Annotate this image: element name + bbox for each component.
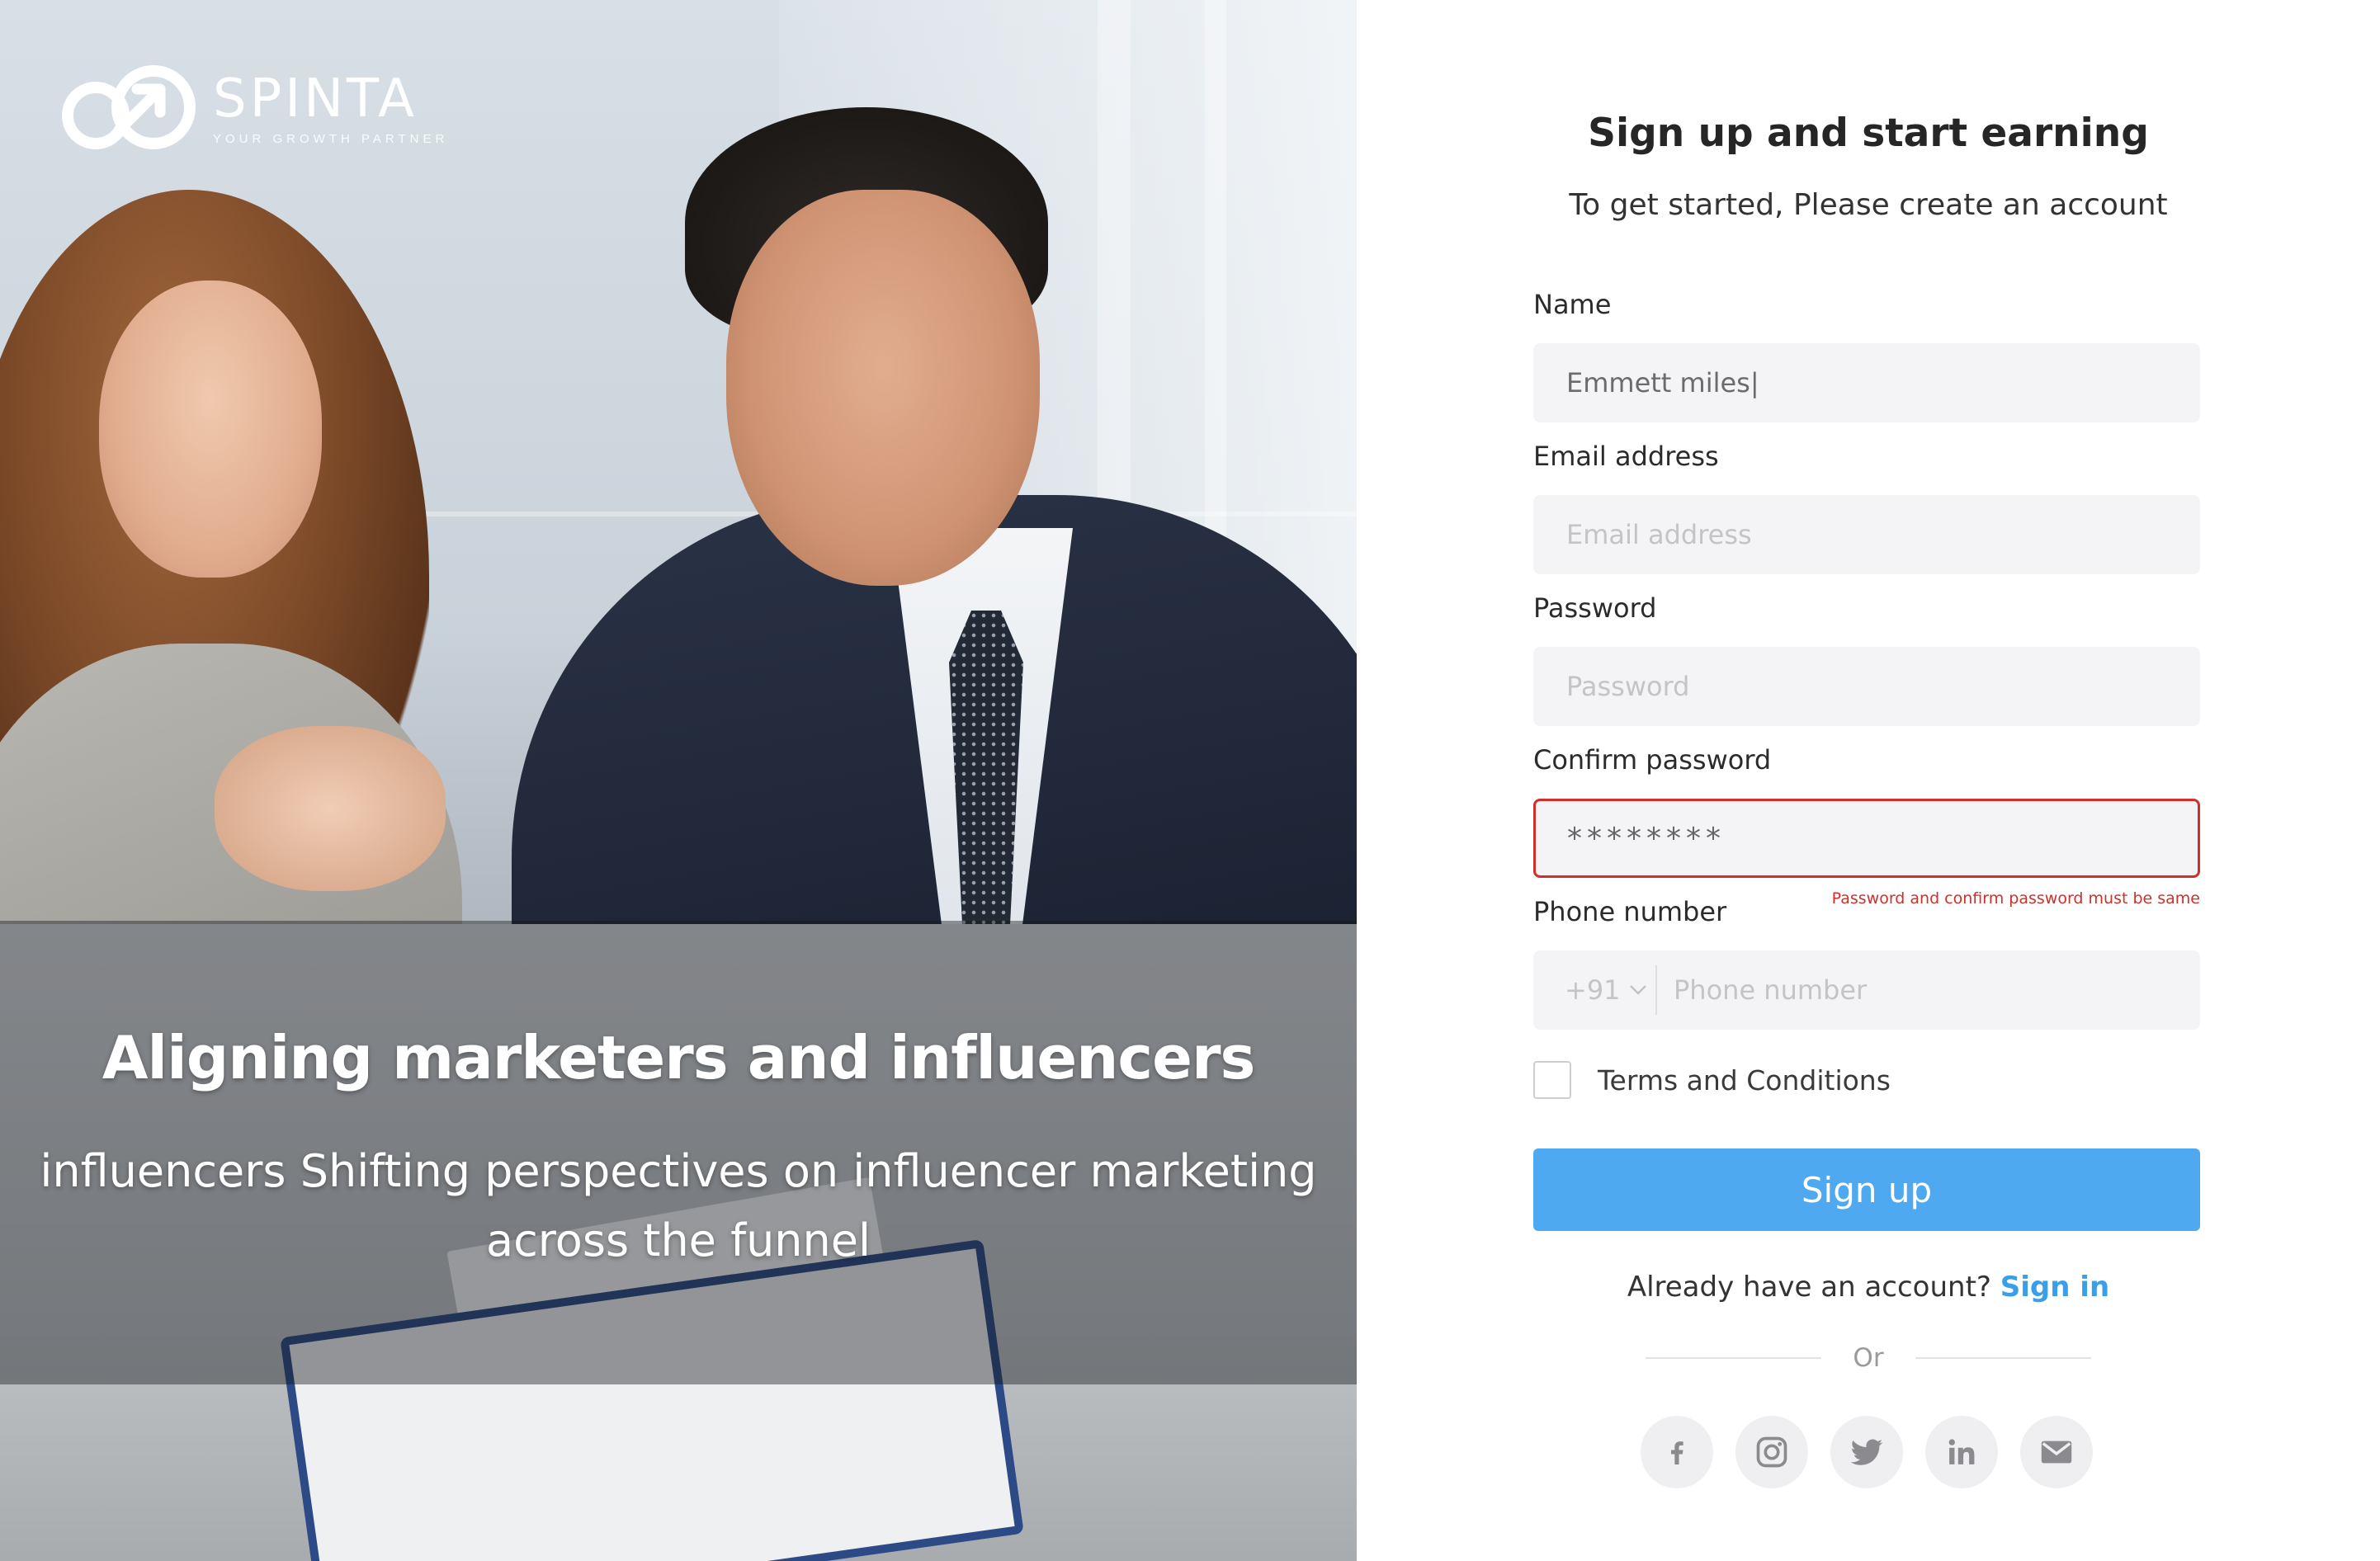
signup-button[interactable]: Sign up xyxy=(1533,1148,2200,1231)
twitter-icon xyxy=(1850,1439,1883,1465)
twitter-button[interactable] xyxy=(1830,1416,1903,1488)
password-input[interactable] xyxy=(1533,647,2200,726)
divider-line xyxy=(1915,1357,2091,1359)
email-label: Email address xyxy=(1533,441,1719,472)
name-label: Name xyxy=(1533,289,1612,320)
name-input[interactable] xyxy=(1533,343,2200,422)
mail-button[interactable] xyxy=(2020,1416,2093,1488)
terms-row: Terms and Conditions xyxy=(1533,1061,1891,1099)
phone-label: Phone number xyxy=(1533,896,1727,927)
instagram-icon xyxy=(1756,1436,1787,1468)
man-face xyxy=(726,190,1040,586)
or-label: Or xyxy=(1853,1343,1884,1373)
phone-input[interactable] xyxy=(1657,950,2200,1030)
instagram-button[interactable] xyxy=(1735,1416,1808,1488)
chevron-down-icon xyxy=(1629,985,1646,995)
brand-name: SPINTA xyxy=(213,68,418,130)
signup-panel: Sign up and start earning To get started… xyxy=(1357,0,2380,1561)
hero-panel: SPINTA YOUR GROWTH PARTNER Aligning mark… xyxy=(0,0,1357,1561)
social-login-row xyxy=(1641,1416,2093,1488)
mail-icon xyxy=(2041,1441,2072,1464)
hero-headline: Aligning marketers and influencers xyxy=(102,1023,1256,1092)
woman-hands xyxy=(215,726,446,891)
confirm-password-error: Password and confirm password must be sa… xyxy=(1831,889,2200,908)
brand-tagline: YOUR GROWTH PARTNER xyxy=(213,131,449,146)
terms-checkbox[interactable] xyxy=(1533,1061,1571,1099)
linkedin-icon xyxy=(1948,1439,1975,1464)
divider-line xyxy=(1646,1357,1822,1359)
country-code-select[interactable]: +91 xyxy=(1533,950,1655,1030)
brand-logo[interactable]: SPINTA YOUR GROWTH PARTNER xyxy=(61,59,448,158)
confirm-password-label: Confirm password xyxy=(1533,744,1772,776)
signin-row: Already have an account? Sign in xyxy=(1357,1271,2380,1304)
email-input[interactable] xyxy=(1533,495,2200,574)
confirm-password-input[interactable] xyxy=(1533,799,2200,878)
or-divider: Or xyxy=(1646,1343,2091,1373)
signin-prompt: Already have an account? xyxy=(1627,1271,1991,1304)
phone-field: +91 xyxy=(1533,950,2200,1030)
brand-wordmark: SPINTA YOUR GROWTH PARTNER xyxy=(213,73,448,146)
form-subtitle: To get started, Please create an account xyxy=(1569,188,2168,222)
hero-subheadline: influencers Shifting perspectives on inf… xyxy=(40,1145,1317,1266)
woman-face xyxy=(99,281,322,578)
linkedin-button[interactable] xyxy=(1925,1416,1998,1488)
signin-link[interactable]: Sign in xyxy=(2000,1271,2109,1304)
facebook-icon xyxy=(1671,1441,1683,1464)
terms-label[interactable]: Terms and Conditions xyxy=(1598,1064,1891,1096)
facebook-button[interactable] xyxy=(1641,1416,1713,1488)
brand-logo-icon xyxy=(62,65,196,149)
password-label: Password xyxy=(1533,592,1657,624)
country-code-value: +91 xyxy=(1565,974,1621,1006)
form-title: Sign up and start earning xyxy=(1588,111,2149,156)
